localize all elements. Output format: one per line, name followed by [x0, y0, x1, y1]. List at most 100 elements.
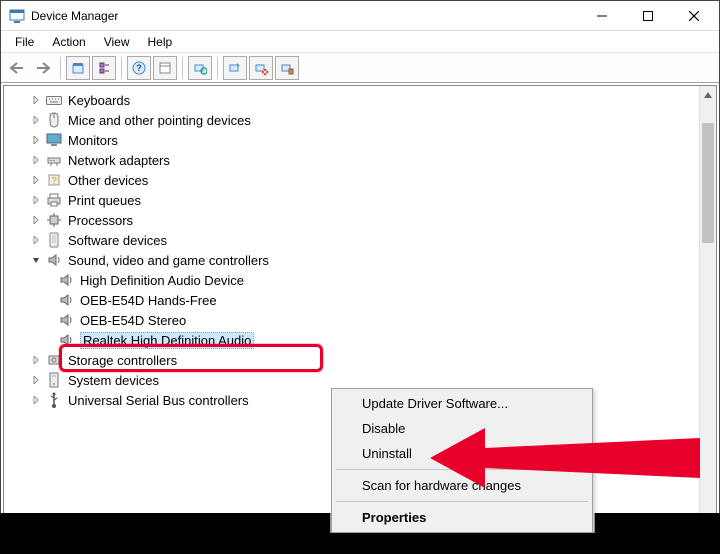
chevron-right-icon[interactable]: [30, 234, 42, 246]
tree-node-system[interactable]: System devices: [12, 370, 699, 390]
tree-label: Keyboards: [68, 93, 130, 108]
tree-label: Storage controllers: [68, 353, 177, 368]
chevron-down-icon[interactable]: [30, 254, 42, 266]
tree-node-sound[interactable]: Sound, video and game controllers: [12, 250, 699, 270]
menu-view[interactable]: View: [96, 33, 138, 51]
close-button[interactable]: [671, 1, 717, 31]
window-controls: [579, 1, 717, 31]
chevron-right-icon[interactable]: [30, 154, 42, 166]
toolbar-uninstall-button[interactable]: [275, 56, 299, 80]
tree-node-oeb-handsfree[interactable]: OEB-E54D Hands-Free: [12, 290, 699, 310]
cpu-icon: [46, 212, 62, 228]
menu-action[interactable]: Action: [44, 33, 93, 51]
window-title: Device Manager: [31, 9, 579, 23]
context-disable[interactable]: Disable: [334, 416, 590, 441]
usb-icon: [46, 392, 62, 408]
tree-node-hd-audio[interactable]: High Definition Audio Device: [12, 270, 699, 290]
tree-node-software-devices[interactable]: Software devices: [12, 230, 699, 250]
chevron-right-icon[interactable]: [30, 374, 42, 386]
toolbar-back-button[interactable]: [5, 56, 29, 80]
tree-node-mice[interactable]: Mice and other pointing devices: [12, 110, 699, 130]
maximize-button[interactable]: [625, 1, 671, 31]
chevron-right-icon[interactable]: [30, 134, 42, 146]
software-icon: [46, 232, 62, 248]
tree-label: Other devices: [68, 173, 148, 188]
toolbar-button-2[interactable]: [92, 56, 116, 80]
tree-label: Mice and other pointing devices: [68, 113, 251, 128]
menu-help[interactable]: Help: [140, 33, 181, 51]
menubar: File Action View Help: [1, 31, 719, 53]
scroll-up-button[interactable]: [700, 86, 716, 103]
tree-node-oeb-stereo[interactable]: OEB-E54D Stereo: [12, 310, 699, 330]
tree-label: Software devices: [68, 233, 167, 248]
tree-label: Network adapters: [68, 153, 170, 168]
speaker-icon: [46, 252, 62, 268]
context-separator: [336, 469, 588, 470]
titlebar: Device Manager: [1, 1, 719, 31]
keyboard-icon: [46, 92, 62, 108]
context-properties[interactable]: Properties: [334, 505, 590, 530]
vertical-scrollbar[interactable]: [699, 86, 716, 530]
speaker-icon: [58, 312, 74, 328]
minimize-button[interactable]: [579, 1, 625, 31]
chevron-right-icon[interactable]: [30, 94, 42, 106]
chevron-right-icon[interactable]: [30, 194, 42, 206]
toolbar-separator: [217, 57, 218, 79]
tree-label: Sound, video and game controllers: [68, 253, 269, 268]
tree-node-print-queues[interactable]: Print queues: [12, 190, 699, 210]
svg-text:?: ?: [51, 176, 57, 187]
monitor-icon: [46, 132, 62, 148]
tree-label: Processors: [68, 213, 133, 228]
mouse-icon: [46, 112, 62, 128]
system-icon: [46, 372, 62, 388]
printer-icon: [46, 192, 62, 208]
tree-label: Realtek High Definition Audio: [80, 332, 254, 349]
toolbar-help-button[interactable]: ?: [127, 56, 151, 80]
tree-label: High Definition Audio Device: [80, 273, 244, 288]
toolbar-button-1[interactable]: [66, 56, 90, 80]
toolbar-enable-button[interactable]: [223, 56, 247, 80]
chevron-right-icon[interactable]: [30, 174, 42, 186]
chevron-right-icon[interactable]: [30, 354, 42, 366]
toolbar-button-4[interactable]: [153, 56, 177, 80]
network-icon: [46, 152, 62, 168]
app-icon: [9, 8, 25, 24]
tree-node-network[interactable]: Network adapters: [12, 150, 699, 170]
context-scan-hardware[interactable]: Scan for hardware changes: [334, 473, 590, 498]
other-device-icon: ?: [46, 172, 62, 188]
toolbar-separator: [60, 57, 61, 79]
toolbar-forward-button[interactable]: [31, 56, 55, 80]
context-menu: Update Driver Software... Disable Uninst…: [331, 388, 593, 533]
chevron-right-icon[interactable]: [30, 214, 42, 226]
tree-label: OEB-E54D Hands-Free: [80, 293, 217, 308]
context-separator: [336, 501, 588, 502]
toolbar: ?: [1, 53, 719, 83]
tree-label: System devices: [68, 373, 159, 388]
speaker-icon: [58, 272, 74, 288]
toolbar-separator: [182, 57, 183, 79]
chevron-right-icon[interactable]: [30, 394, 42, 406]
svg-text:?: ?: [136, 63, 142, 73]
speaker-icon: [58, 332, 74, 348]
tree-node-storage[interactable]: Storage controllers: [12, 350, 699, 370]
tree-node-realtek-audio[interactable]: Realtek High Definition Audio: [12, 330, 699, 350]
tree-node-processors[interactable]: Processors: [12, 210, 699, 230]
scroll-thumb[interactable]: [702, 123, 714, 243]
storage-icon: [46, 352, 62, 368]
tree-node-other[interactable]: ? Other devices: [12, 170, 699, 190]
tree-label: Print queues: [68, 193, 141, 208]
chevron-right-icon[interactable]: [30, 114, 42, 126]
toolbar-separator: [121, 57, 122, 79]
tree-label: Monitors: [68, 133, 118, 148]
toolbar-disable-button[interactable]: [249, 56, 273, 80]
tree-node-monitors[interactable]: Monitors: [12, 130, 699, 150]
context-uninstall[interactable]: Uninstall: [334, 441, 590, 466]
toolbar-scan-button[interactable]: [188, 56, 212, 80]
speaker-icon: [58, 292, 74, 308]
context-update-driver[interactable]: Update Driver Software...: [334, 391, 590, 416]
tree-label: Universal Serial Bus controllers: [68, 393, 249, 408]
scroll-track[interactable]: [700, 103, 716, 513]
tree-label: OEB-E54D Stereo: [80, 313, 186, 328]
menu-file[interactable]: File: [7, 33, 42, 51]
tree-node-keyboards[interactable]: Keyboards: [12, 90, 699, 110]
